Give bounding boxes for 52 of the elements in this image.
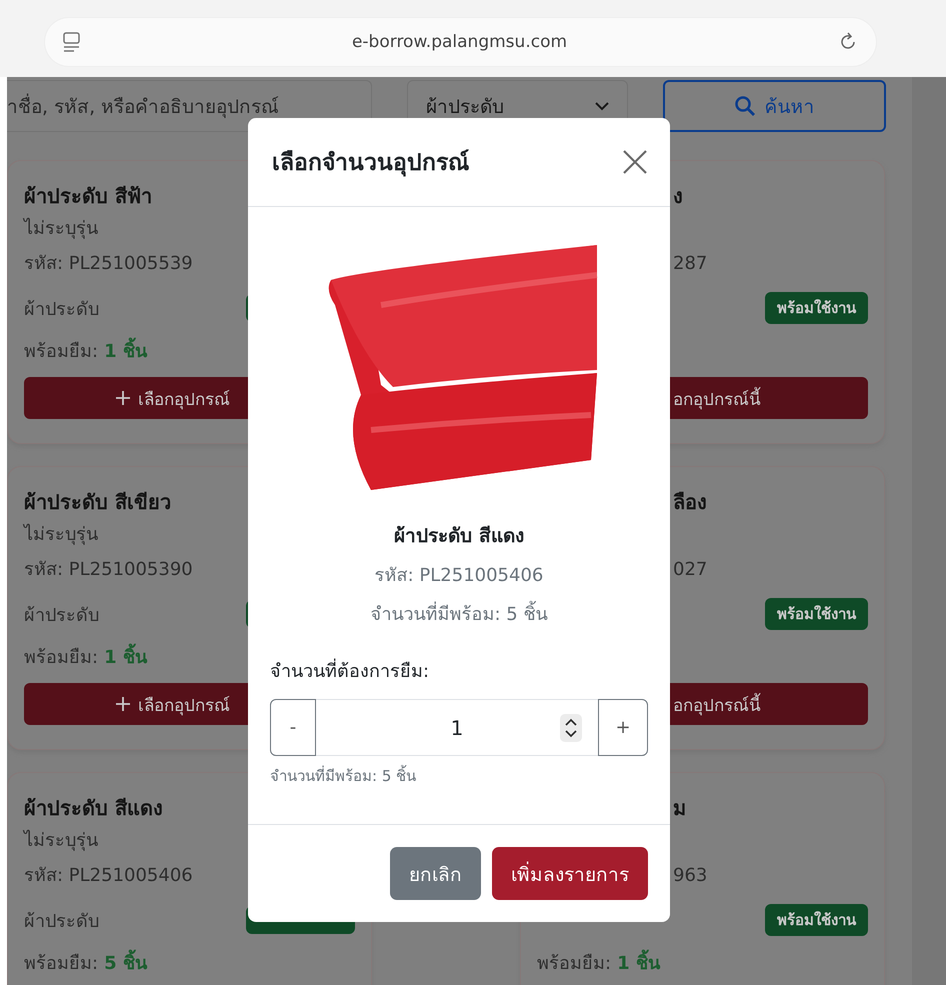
decrease-button[interactable]: - — [270, 699, 316, 756]
code-text: รหัส: PL251005406 — [24, 864, 194, 888]
add-to-list-button[interactable]: เพิ่มลงรายการ — [492, 847, 648, 900]
status-badge: พร้อมใช้งาน — [765, 292, 868, 324]
quantity-input[interactable]: 1 — [316, 699, 598, 756]
code-text: รหัส: PL251005390 — [24, 558, 194, 582]
model-text: ไม่ระบุรุ่น — [24, 828, 99, 853]
category-value: ผ้าประดับ — [426, 95, 504, 120]
status-badge: พร้อมใช้งาน — [765, 904, 868, 936]
address-bar[interactable]: e-borrow.palangmsu.com — [45, 18, 876, 66]
available-label: พร้อมยืม: — [24, 340, 98, 364]
category-text: ผ้าประดับ — [24, 910, 99, 934]
available-label: พร้อมยืม: — [24, 646, 98, 670]
search-icon — [734, 96, 754, 116]
increase-button[interactable]: + — [598, 699, 648, 756]
quantity-label: จำนวนที่ต้องการยืม: — [270, 656, 430, 685]
item-name: ผ้าประดับ สีแดง — [394, 524, 524, 549]
dialog-title: เลือกจำนวนอุปกรณ์ — [272, 148, 469, 178]
page-menu-icon[interactable] — [63, 32, 81, 52]
card-title: ผ้าประดับ สีแดง — [24, 795, 164, 822]
plus-icon — [116, 391, 130, 405]
url-text: e-borrow.palangmsu.com — [350, 32, 568, 52]
code-text: รหัส: PL251005539 — [24, 252, 194, 276]
available-count: 1 ชิ้น — [617, 948, 660, 976]
available-label: พร้อมยืม: — [537, 952, 612, 976]
spinner-arrows-icon[interactable] — [560, 714, 582, 742]
available-count: 1 ชิ้น — [104, 336, 147, 364]
close-icon — [623, 150, 647, 174]
search-placeholder: าชื่อ, รหัส, หรือคำอธิบายอุปกรณ์ — [7, 91, 280, 121]
code-text: 963 — [673, 865, 708, 886]
category-text: ผ้าประดับ — [24, 298, 99, 322]
chevron-down-icon — [595, 102, 609, 110]
card-title: ลือง — [673, 490, 707, 514]
plus-icon — [116, 697, 130, 711]
card-title: ผ้าประดับ สีเขียว — [24, 489, 172, 516]
model-text: ไม่ระบุรุ่น — [24, 522, 99, 547]
available-count: 1 ชิ้น — [104, 642, 147, 670]
search-field[interactable]: าชื่อ, รหัส, หรือคำอธิบายอุปกรณ์ — [7, 80, 372, 132]
item-code: รหัส: PL251005406 — [374, 564, 544, 588]
cancel-button[interactable]: ยกเลิก — [390, 847, 481, 900]
stock-text: จำนวนที่มีพร้อม: 5 ชิ้น — [370, 599, 548, 628]
available-count: 5 ชิ้น — [104, 948, 147, 976]
stock-hint: จำนวนที่มีพร้อม: 5 ชิ้น — [270, 764, 416, 787]
category-text: ผ้าประดับ — [24, 604, 99, 628]
code-text: 287 — [673, 253, 708, 274]
status-badge: พร้อมใช้งาน — [765, 598, 868, 630]
card-title: ง — [673, 184, 683, 208]
model-text: ไม่ระบุรุ่น — [24, 216, 99, 241]
available-label: พร้อมยืม: — [24, 952, 98, 976]
card-title: ม — [673, 796, 686, 820]
code-text: 027 — [673, 559, 708, 580]
card-title: ผ้าประดับ สีฟ้า — [24, 183, 153, 210]
